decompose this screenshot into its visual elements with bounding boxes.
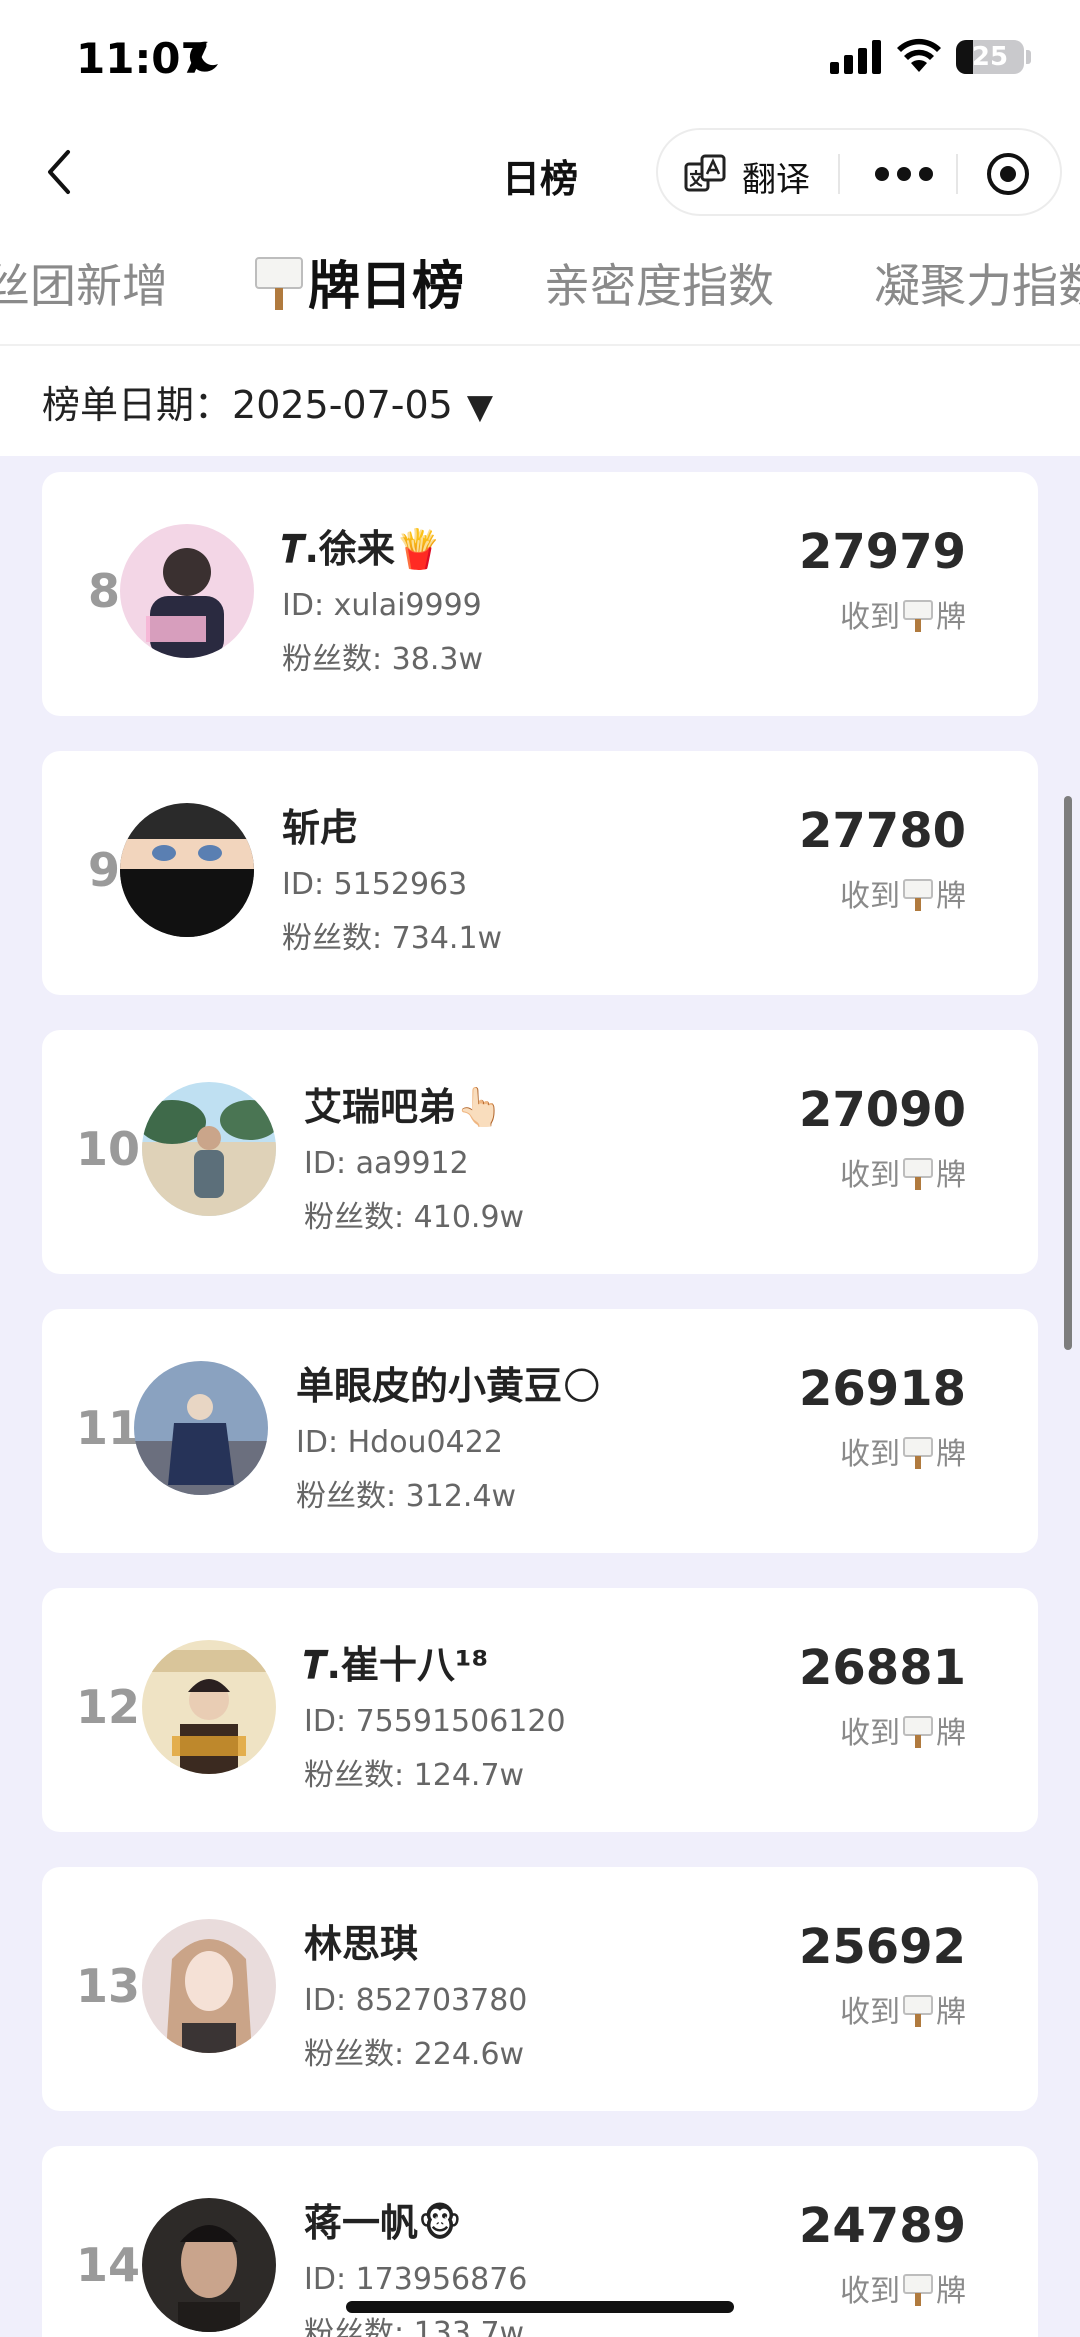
rank-number: 10 [76, 1122, 141, 1176]
tab-cohesion-index[interactable]: 凝聚力指数 [874, 250, 1080, 316]
close-miniprogram-icon[interactable] [984, 150, 1032, 198]
list-item[interactable]: 8 𝑻.徐来🍟 ID: xulai9999 粉丝数: 38.3w 27979 收… [42, 472, 1038, 716]
capsule-divider [838, 154, 840, 194]
date-value: 2025-07-05 [232, 383, 453, 427]
scrollbar[interactable] [1064, 796, 1072, 1350]
tabs-divider [0, 344, 1080, 346]
nav-bar: 日榜 翻译 [0, 124, 1080, 220]
received-sign-label: 收到牌 [840, 1995, 966, 2030]
sign-board-icon [903, 879, 933, 911]
fan-count: 粉丝数: 734.1w [282, 921, 503, 956]
streamer-name: 林思琪 [304, 1922, 419, 1966]
date-selector[interactable]: 榜单日期：2025-07-05 ▼ [42, 374, 493, 429]
avatar [142, 1919, 276, 2053]
streamer-name: 𝑻.徐来🍟 [282, 527, 443, 571]
tab-sign-daily-label: 牌日榜 [308, 257, 465, 317]
sign-count: 26881 [799, 1640, 966, 1696]
moon-icon [189, 41, 218, 72]
streamer-name: 𝑻.崔十八¹⁸ [304, 1643, 489, 1687]
sign-count: 27979 [799, 524, 966, 580]
avatar [142, 2198, 276, 2332]
received-sign-label: 收到牌 [840, 1716, 966, 1751]
list-item[interactable]: 13 林思琪 ID: 852703780 粉丝数: 224.6w 25692 收… [42, 1867, 1038, 2111]
rank-number: 13 [76, 1959, 141, 2013]
date-label: 榜单日期： [42, 383, 233, 427]
status-bar: 11:07 25 [0, 0, 1080, 120]
sign-count: 27090 [799, 1082, 966, 1138]
translate-button[interactable]: 翻译 [742, 152, 810, 201]
sign-count: 24789 [799, 2198, 966, 2254]
tab-fan-group-new[interactable]: 丝团新增 [0, 250, 168, 316]
sign-count: 26918 [799, 1361, 966, 1417]
fan-count: 粉丝数: 410.9w [304, 1200, 525, 1235]
sign-board-icon [903, 600, 933, 632]
sign-board-icon [903, 1995, 933, 2027]
avatar [134, 1361, 268, 1495]
streamer-id: ID: 5152963 [282, 867, 468, 902]
received-sign-label: 收到牌 [840, 1158, 966, 1193]
home-indicator [346, 2301, 734, 2313]
mini-program-capsule: 翻译 [656, 128, 1062, 216]
page-title: 日榜 [501, 157, 578, 201]
avatar [142, 1640, 276, 1774]
streamer-name: 蒋一帆🐵 [304, 2201, 462, 2245]
streamer-name: 斩虍 [282, 806, 359, 850]
streamer-name: 艾瑞吧弟👆🏻 [304, 1085, 504, 1129]
sign-board-icon [255, 257, 303, 310]
battery-indicator: 25 [956, 40, 1024, 74]
streamer-id: ID: aa9912 [304, 1146, 469, 1181]
more-options-icon[interactable] [868, 158, 940, 190]
sign-count: 27780 [799, 803, 966, 859]
streamer-name: 单眼皮的小黄豆🌕 [296, 1364, 602, 1408]
fan-count: 粉丝数: 312.4w [296, 1479, 517, 1514]
dropdown-caret-icon: ▼ [466, 387, 494, 427]
list-item[interactable]: 10 艾瑞吧弟👆🏻 ID: aa9912 粉丝数: 410.9w 27090 收… [42, 1030, 1038, 1274]
streamer-id: ID: 75591506120 [304, 1704, 566, 1739]
capsule-divider [956, 154, 958, 194]
rank-number: 11 [76, 1401, 141, 1455]
streamer-id: ID: 173956876 [304, 2262, 528, 2297]
sign-board-icon [903, 1437, 933, 1469]
battery-level: 25 [971, 42, 1009, 72]
sign-count: 25692 [799, 1919, 966, 1975]
avatar [120, 803, 254, 937]
tab-intimacy-index[interactable]: 亲密度指数 [544, 250, 774, 316]
translate-icon[interactable] [684, 152, 728, 196]
streamer-id: ID: 852703780 [304, 1983, 528, 2018]
list-item[interactable]: 11 单眼皮的小黄豆🌕 ID: Hdou0422 粉丝数: 312.4w 269… [42, 1309, 1038, 1553]
received-sign-label: 收到牌 [840, 879, 966, 914]
ranking-tabs: 丝团新增 牌日榜 亲密度指数 凝聚力指数 [0, 236, 1080, 332]
fan-count: 粉丝数: 38.3w [282, 642, 483, 677]
battery-tip [1026, 50, 1031, 64]
avatar [142, 1082, 276, 1216]
sign-board-icon [903, 1158, 933, 1190]
received-sign-label: 收到牌 [840, 1437, 966, 1472]
rank-number: 12 [76, 1680, 141, 1734]
fan-count: 粉丝数: 124.7w [304, 1758, 525, 1793]
list-item[interactable]: 9 斩虍 ID: 5152963 粉丝数: 734.1w 27780 收到牌 [42, 751, 1038, 995]
cellular-signal-icon [830, 40, 881, 74]
wifi-icon [897, 38, 941, 72]
received-sign-label: 收到牌 [840, 600, 966, 635]
streamer-id: ID: xulai9999 [282, 588, 482, 623]
sign-board-icon [903, 2274, 933, 2306]
avatar [120, 524, 254, 658]
tab-sign-daily[interactable]: 牌日榜 [252, 244, 464, 319]
back-arrow-icon[interactable] [36, 142, 84, 202]
fan-count: 粉丝数: 224.6w [304, 2037, 525, 2072]
sign-board-icon [903, 1716, 933, 1748]
streamer-id: ID: Hdou0422 [296, 1425, 503, 1460]
received-sign-label: 收到牌 [840, 2274, 966, 2309]
list-item[interactable]: 12 𝑻.崔十八¹⁸ ID: 75591506120 粉丝数: 124.7w 2… [42, 1588, 1038, 1832]
rank-number: 14 [76, 2238, 141, 2292]
